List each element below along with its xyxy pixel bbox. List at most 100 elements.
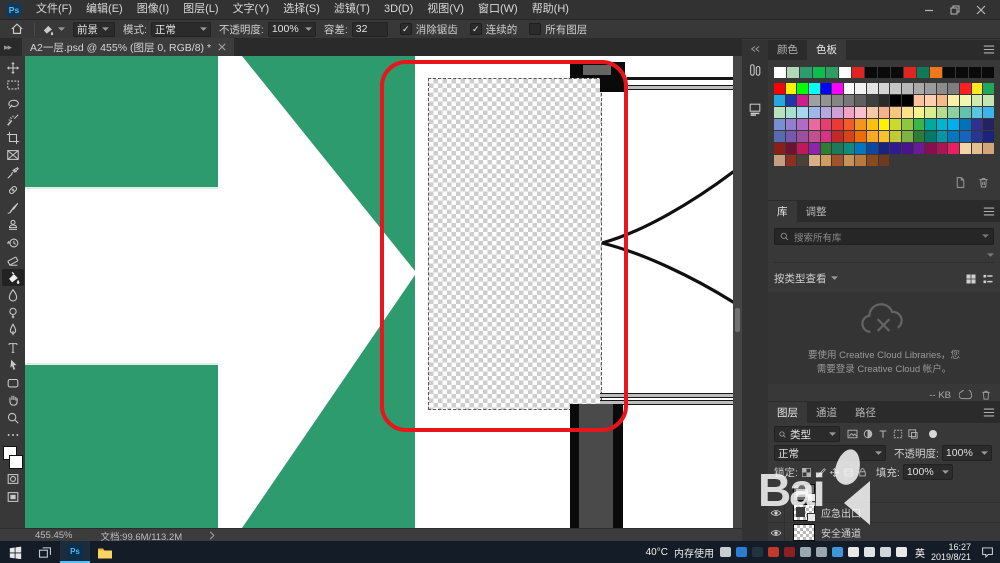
color-swatch[interactable]	[914, 95, 925, 106]
menu-帮助[interactable]: 帮助(H)	[525, 0, 576, 19]
panel-menu-icon[interactable]	[983, 207, 995, 216]
color-swatch[interactable]	[797, 143, 808, 154]
color-swatch[interactable]	[937, 119, 948, 130]
color-swatch[interactable]	[890, 119, 901, 130]
layer-thumbnail[interactable]	[793, 524, 815, 541]
color-swatch[interactable]	[786, 155, 797, 166]
lasso-tool[interactable]	[2, 94, 24, 111]
properties-panel-icon[interactable]	[744, 100, 766, 117]
recent-swatch[interactable]	[904, 67, 916, 78]
chevron-right-icon[interactable]	[208, 531, 216, 540]
blur-tool[interactable]	[2, 287, 24, 304]
list-view-icon[interactable]	[982, 273, 994, 285]
color-swatch[interactable]	[821, 143, 832, 154]
color-swatch[interactable]	[797, 107, 808, 118]
lock-artboard-icon[interactable]	[843, 467, 854, 478]
action-center-button[interactable]	[981, 546, 994, 558]
fill-source-select[interactable]: 前景	[73, 22, 115, 37]
layer-row[interactable]: 安全通道	[768, 523, 1000, 543]
color-swatch[interactable]	[925, 83, 936, 94]
color-swatch[interactable]	[890, 107, 901, 118]
menu-窗口[interactable]: 窗口(W)	[471, 0, 525, 19]
color-swatch[interactable]	[890, 143, 901, 154]
layer-thumbnail[interactable]	[793, 484, 815, 501]
crop-tool[interactable]	[2, 129, 24, 146]
color-swatch[interactable]	[890, 95, 901, 106]
color-swatch[interactable]	[786, 131, 797, 142]
home-button[interactable]	[6, 21, 28, 38]
color-swatch[interactable]	[879, 83, 890, 94]
volume-icon[interactable]	[896, 547, 907, 557]
color-swatch[interactable]	[821, 119, 832, 130]
color-swatch[interactable]	[786, 143, 797, 154]
layer-name[interactable]: 应急出口	[821, 505, 861, 520]
color-swatch[interactable]	[948, 143, 959, 154]
color-swatch[interactable]	[855, 107, 866, 118]
start-button[interactable]	[0, 541, 30, 563]
opacity-input[interactable]: 100%	[268, 22, 316, 37]
color-swatch[interactable]	[786, 119, 797, 130]
tolerance-input[interactable]: 32	[352, 22, 388, 37]
color-swatch[interactable]	[937, 107, 948, 118]
lock-pixels-icon[interactable]	[815, 467, 826, 478]
color-swatch[interactable]	[797, 83, 808, 94]
color-swatch[interactable]	[948, 131, 959, 142]
color-swatch[interactable]	[809, 83, 820, 94]
recent-swatch[interactable]	[969, 67, 981, 78]
library-search-input[interactable]: 搜索所有库	[774, 228, 994, 245]
pen-tool[interactable]	[2, 322, 24, 339]
color-swatch[interactable]	[983, 143, 994, 154]
color-swatch[interactable]	[948, 83, 959, 94]
color-swatch[interactable]	[797, 119, 808, 130]
recent-swatch[interactable]	[839, 67, 851, 78]
color-swatch[interactable]	[821, 107, 832, 118]
hand-tool[interactable]	[2, 392, 24, 409]
color-swatches-control[interactable]	[2, 446, 22, 470]
color-swatch[interactable]	[867, 131, 878, 142]
globe-icon[interactable]	[880, 547, 891, 557]
recent-swatch[interactable]	[865, 67, 877, 78]
library-select[interactable]	[774, 249, 994, 263]
layer-filter-select[interactable]: 类型	[774, 426, 840, 442]
layer-row[interactable]: 应急出口	[768, 503, 1000, 523]
color-swatch[interactable]	[983, 107, 994, 118]
menu-文字[interactable]: 文字(Y)	[226, 0, 277, 19]
tab-色板[interactable]: 色板	[807, 39, 846, 60]
network-app-icon[interactable]	[832, 547, 843, 557]
color-swatch[interactable]	[890, 131, 901, 142]
color-swatch[interactable]	[844, 95, 855, 106]
new-swatch-icon[interactable]	[954, 176, 967, 194]
color-swatch[interactable]	[821, 131, 832, 142]
menu-滤镜[interactable]: 滤镜(T)	[327, 0, 377, 19]
color-swatch[interactable]	[821, 83, 832, 94]
delete-library-icon[interactable]	[980, 389, 992, 401]
delete-swatch-icon[interactable]	[977, 176, 990, 194]
recent-swatch[interactable]	[852, 67, 864, 78]
eye-icon[interactable]	[768, 523, 785, 542]
filter-shape-layers-icon[interactable]	[892, 428, 904, 440]
recent-swatch[interactable]	[787, 67, 799, 78]
move-tool[interactable]	[2, 59, 24, 76]
marquee-tool[interactable]	[2, 77, 24, 94]
checkbox-box[interactable]: ✓	[470, 23, 482, 35]
display-icon[interactable]	[800, 547, 811, 557]
color-swatch[interactable]	[867, 155, 878, 166]
color-swatch[interactable]	[786, 95, 797, 106]
color-swatch[interactable]	[867, 95, 878, 106]
task-view-button[interactable]	[30, 541, 60, 563]
lock-all-icon[interactable]	[857, 467, 868, 478]
color-swatch[interactable]	[774, 131, 785, 142]
healing-brush-tool[interactable]	[2, 182, 24, 199]
tool-preset-button[interactable]	[41, 23, 65, 36]
tray-app-icon[interactable]	[752, 547, 763, 557]
color-swatch[interactable]	[855, 95, 866, 106]
color-swatch[interactable]	[879, 155, 890, 166]
color-swatch[interactable]	[914, 143, 925, 154]
color-swatch[interactable]	[844, 119, 855, 130]
recent-swatch[interactable]	[982, 67, 994, 78]
audio-manager-icon[interactable]	[768, 547, 779, 557]
color-swatch[interactable]	[809, 131, 820, 142]
filter-pixel-layers-icon[interactable]	[846, 428, 859, 440]
color-swatch[interactable]	[972, 131, 983, 142]
color-swatch[interactable]	[879, 107, 890, 118]
